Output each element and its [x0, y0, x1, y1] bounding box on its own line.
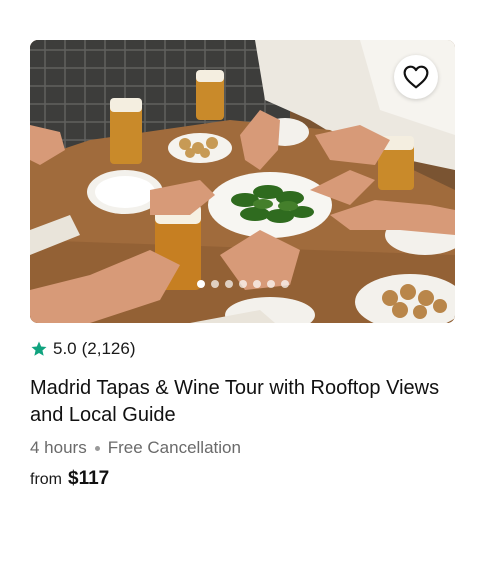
separator-dot [94, 445, 100, 451]
price-value: $117 [68, 468, 110, 489]
carousel-dot[interactable] [196, 280, 205, 288]
favorite-button[interactable] [394, 55, 438, 99]
carousel-indicator [30, 280, 455, 288]
price-prefix: from [30, 471, 62, 488]
tour-card[interactable]: 5.0 (2,126) Madrid Tapas & Wine Tour wit… [30, 40, 455, 490]
heart-outline-icon [403, 65, 429, 89]
star-icon [31, 341, 47, 356]
rating: 5.0 (2,126) [30, 339, 455, 359]
duration: 4 hours [30, 438, 87, 457]
tour-meta: 4 hours Free Cancellation [30, 438, 455, 458]
carousel-dot[interactable] [238, 280, 247, 288]
tour-title[interactable]: Madrid Tapas & Wine Tour with Rooftop Vi… [30, 375, 445, 429]
tour-photo[interactable] [30, 40, 455, 323]
carousel-dot[interactable] [266, 280, 275, 288]
carousel-dot[interactable] [252, 280, 261, 288]
carousel-dot[interactable] [280, 280, 289, 288]
carousel-dot[interactable] [224, 280, 233, 288]
price: from $117 [30, 468, 455, 490]
cancellation-policy: Free Cancellation [107, 438, 241, 457]
review-count: (2,126) [81, 339, 136, 358]
carousel-dot[interactable] [210, 280, 219, 288]
rating-value: 5.0 [53, 339, 77, 358]
